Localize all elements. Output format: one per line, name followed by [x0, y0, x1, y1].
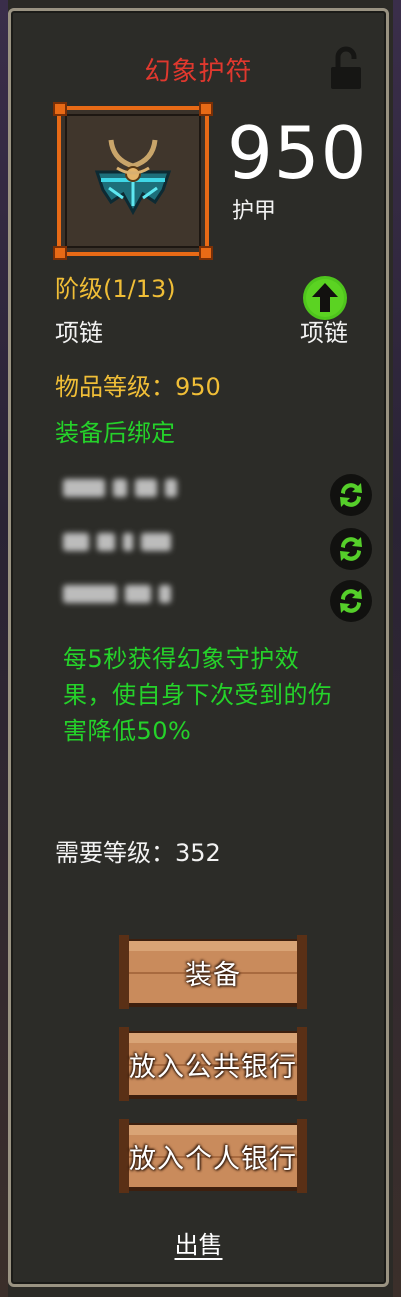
item-tier: 阶级(1/13): [55, 275, 176, 303]
stat-row: [63, 473, 373, 516]
public-bank-button-label: 放入公共银行: [129, 1051, 297, 1083]
equip-button-label: 装备: [185, 959, 241, 991]
item-icon-frame[interactable]: [53, 102, 213, 260]
background-edge-left: [0, 0, 8, 1297]
frame-corner: [199, 102, 213, 116]
slot-type-left: 项链: [55, 319, 103, 347]
frame-corner: [53, 246, 67, 260]
stat-row: [63, 527, 373, 570]
sell-link[interactable]: 出售: [11, 1225, 386, 1260]
frame-corner: [53, 102, 67, 116]
upgrade-arrow-icon[interactable]: [302, 275, 348, 321]
personal-bank-button-label: 放入个人银行: [129, 1143, 297, 1175]
obscured-stat-text: [63, 479, 185, 503]
amulet-icon: [94, 139, 172, 216]
reroll-icon[interactable]: [329, 527, 373, 571]
required-level: 需要等级：352: [55, 839, 221, 867]
frame-corner: [199, 246, 213, 260]
lock-icon[interactable]: [328, 45, 364, 91]
stat-row: [63, 579, 373, 622]
equip-button[interactable]: 装备: [119, 933, 307, 1011]
obscured-stat-text: [63, 585, 179, 609]
sell-link-label[interactable]: 出售: [175, 1231, 223, 1259]
item-level: 物品等级：950: [55, 373, 221, 401]
reroll-icon[interactable]: [329, 579, 373, 623]
public-bank-button[interactable]: 放入公共银行: [119, 1025, 307, 1103]
effect-description: 每5秒获得幻象守护效果，使自身下次受到的伤害降低50%: [63, 645, 333, 745]
armor-label: 护甲: [232, 199, 277, 224]
obscured-stat-text: [63, 533, 179, 557]
reroll-icon[interactable]: [329, 473, 373, 517]
item-tooltip-panel: 幻象护符 950 护甲 阶级(1/13) 项链 项链 物品等级：950 装备后绑…: [8, 8, 389, 1287]
personal-bank-button[interactable]: 放入个人银行: [119, 1117, 307, 1195]
background-edge-right: [393, 0, 401, 1297]
slot-type-right: 项链: [300, 319, 348, 347]
armor-value: 950: [227, 111, 368, 195]
bind-type: 装备后绑定: [55, 419, 175, 447]
